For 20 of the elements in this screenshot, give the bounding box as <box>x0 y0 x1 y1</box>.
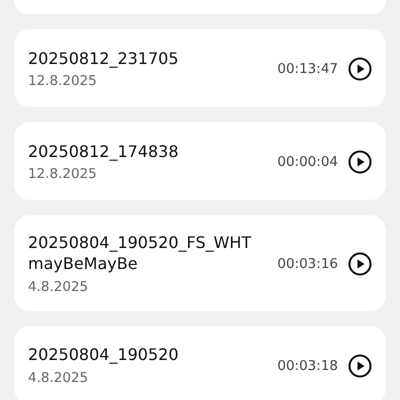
recording-name: 20250812_174838 <box>28 142 180 162</box>
recording-date: 4.8.2025 <box>28 370 90 386</box>
recording-name: 20250804_190520 <box>28 345 180 366</box>
recording-name: 20250804_190520_FS_WHT mayBeMayBe <box>28 233 252 275</box>
play-icon[interactable] <box>348 150 372 174</box>
recording-duration: 00:00:04 <box>277 154 338 170</box>
play-icon[interactable] <box>348 354 372 378</box>
recording-date: 12.8.2025 <box>28 166 98 182</box>
recording-duration: 00:13:47 <box>277 61 338 77</box>
recording-date: 12.8.2025 <box>28 73 98 90</box>
recording-duration: 00:03:18 <box>277 358 338 374</box>
recording-duration: 00:03:16 <box>277 256 338 272</box>
play-icon[interactable] <box>348 57 372 81</box>
recording-card[interactable]: 20250812_231705 12.8.2025 00:13:47 <box>14 29 386 107</box>
recording-card[interactable]: 20250804_190520_FS_WHT mayBeMayBe 4.8.2025 00:03:16 <box>14 215 386 311</box>
recording-date: 4.8.2025 <box>28 278 90 295</box>
recording-name: 20250812_231705 <box>28 48 180 70</box>
recording-card[interactable]: 20250812_174838 12.8.2025 00:00:04 <box>14 122 386 200</box>
recording-card[interactable]: 20250804_190520 4.8.2025 00:03:18 <box>14 326 386 400</box>
play-icon[interactable] <box>348 252 372 276</box>
